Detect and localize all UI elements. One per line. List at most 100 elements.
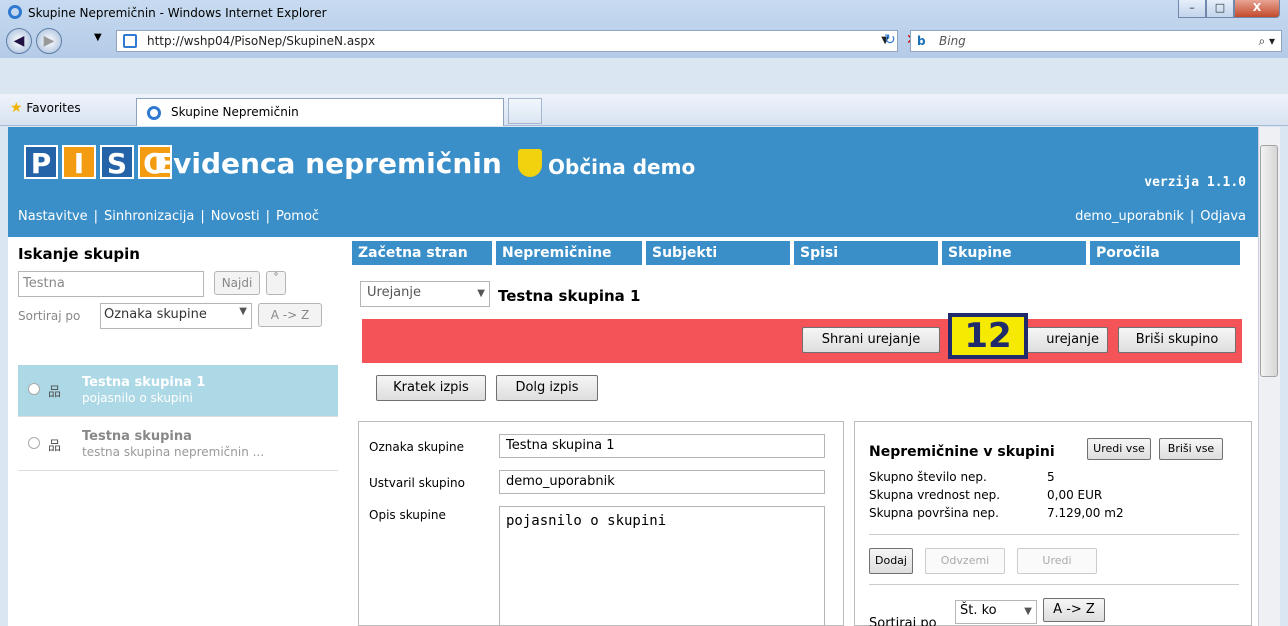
address-row: ◀ ▶ ▼ http://wshp04/PisoNep/SkupineN.asp…	[0, 24, 1288, 58]
radio-icon[interactable]	[28, 383, 40, 395]
browser-tab-active[interactable]: Skupine Nepremičnin	[136, 98, 504, 126]
window-controls: – □ X	[1178, 0, 1280, 18]
chevron-down-icon: ▼	[239, 306, 247, 317]
short-print-button[interactable]: Kratek izpis	[376, 375, 486, 401]
panel-title: Iskanje skupin	[18, 245, 140, 263]
favorites-label: Favorites	[26, 101, 81, 115]
search-placeholder: Bing	[939, 34, 966, 48]
remove-button[interactable]: Odvzemi	[925, 548, 1005, 574]
divider	[869, 534, 1239, 535]
group-icon: 品	[48, 439, 62, 454]
app-name: Evidenca nepremičnin	[154, 147, 502, 180]
group-search-panel: Iskanje skupin Testna Najdi ˚ Sortiraj p…	[8, 237, 348, 626]
mode-select[interactable]: Urejanje ▼	[360, 281, 490, 307]
nav-pomoc[interactable]: Pomoč	[276, 209, 319, 224]
scrollbar-thumb[interactable]	[1260, 145, 1278, 377]
options-button[interactable]: ˚	[266, 271, 286, 295]
page-icon	[123, 34, 137, 48]
back-icon[interactable]: ◀	[6, 28, 32, 54]
municipality-name: Občina demo	[548, 155, 696, 179]
address-bar[interactable]: http://wshp04/PisoNep/SkupineN.aspx ▼	[116, 30, 898, 52]
tab-porocila[interactable]: Poročila	[1090, 241, 1240, 265]
search-box[interactable]: b Bing ⌕ ▾	[910, 30, 1282, 52]
username-link[interactable]: demo_uporabnik	[1075, 209, 1184, 224]
tab-zacetna-stran[interactable]: Začetna stran	[352, 241, 492, 265]
bing-icon: b	[917, 34, 926, 48]
refresh-icon[interactable]: ↻	[884, 30, 896, 50]
stat-label: Skupna vrednost nep.	[869, 488, 1001, 502]
logout-link[interactable]: Odjava	[1200, 209, 1246, 224]
divider	[869, 584, 1239, 585]
properties-panel: Nepremičnine v skupini Uredi vse Briši v…	[854, 421, 1252, 626]
oznaka-field[interactable]: Testna skupina 1	[499, 434, 825, 458]
logo-letter: S	[100, 145, 134, 180]
save-edit-button[interactable]: Shrani urejanje	[802, 327, 940, 353]
chevron-down-icon: ▼	[477, 288, 485, 299]
edit-action-bar: Shrani urejanje urejanje Briši skupino 1…	[362, 313, 1242, 363]
search-icon[interactable]: ⌕ ▾	[1258, 31, 1275, 51]
tab-spisi[interactable]: Spisi	[794, 241, 938, 265]
close-window-button[interactable]: X	[1234, 0, 1280, 18]
logo-letter: I	[62, 145, 96, 180]
coat-of-arms-icon	[518, 149, 542, 177]
mode-value: Urejanje	[367, 285, 421, 300]
stat-value: 5	[1047, 470, 1055, 484]
stat-value: 7.129,00 m2	[1047, 506, 1124, 520]
opis-label: Opis skupine	[369, 508, 446, 522]
properties-title: Nepremičnine v skupini	[869, 444, 1055, 460]
radio-icon[interactable]	[28, 437, 40, 449]
favorites-bar: ★ Favorites Skupine Nepremičnin	[0, 94, 1288, 126]
add-button[interactable]: Dodaj	[869, 548, 913, 574]
delete-group-button[interactable]: Briši skupino	[1118, 327, 1236, 353]
maximize-button[interactable]: □	[1206, 0, 1234, 18]
sort-order-button[interactable]: A -> Z	[258, 303, 322, 327]
group-name: Testna skupina 1	[82, 375, 206, 390]
ustvaril-field[interactable]: demo_uporabnik	[499, 470, 825, 494]
forward-icon[interactable]: ▶	[36, 28, 62, 54]
top-nav: Nastavitve | Sinhronizacija | Novosti | Pomoč	[18, 209, 320, 224]
sort-label: Sortiraj po	[869, 616, 937, 626]
url-text: http://wshp04/PisoNep/SkupineN.aspx	[147, 34, 376, 48]
nav-novosti[interactable]: Novosti	[211, 209, 260, 224]
tab-subjekti[interactable]: Subjekti	[646, 241, 790, 265]
group-desc: testna skupina nepremičnin ...	[82, 445, 265, 459]
find-button[interactable]: Najdi	[214, 271, 260, 295]
step-badge: 12	[948, 313, 1028, 359]
cancel-edit-button[interactable]: urejanje	[1022, 327, 1108, 353]
history-dropdown-icon[interactable]: ▼	[94, 32, 102, 43]
stat-value: 0,00 EUR	[1047, 488, 1103, 502]
chevron-down-icon: ▼	[1024, 606, 1032, 617]
main-panel: Začetna stran Nepremičnine Subjekti Spis…	[348, 237, 1258, 626]
nav-nastavitve[interactable]: Nastavitve	[18, 209, 88, 224]
group-title: Testna skupina 1	[498, 287, 641, 305]
ustvaril-label: Ustvaril skupino	[369, 476, 465, 490]
sort-order-button[interactable]: A -> Z	[1043, 598, 1105, 622]
group-search-input[interactable]: Testna	[18, 271, 204, 297]
favorites-button[interactable]: ★ Favorites	[10, 100, 81, 116]
tab-nepremicnine[interactable]: Nepremičnine	[496, 241, 642, 265]
nav-sinhronizacija[interactable]: Sinhronizacija	[104, 209, 194, 224]
stat-label: Skupna površina nep.	[869, 506, 999, 520]
long-print-button[interactable]: Dolg izpis	[496, 375, 598, 401]
group-list-item[interactable]: 品 Testna skupina testna skupina nepremič…	[18, 419, 338, 471]
logo-letter: P	[24, 145, 58, 180]
edit-all-button[interactable]: Uredi vse	[1087, 438, 1151, 460]
new-tab-button[interactable]	[508, 98, 542, 124]
sort-value: Št. ko	[960, 603, 997, 618]
star-icon: ★	[10, 100, 23, 116]
window-title: Skupine Nepremičnin - Windows Internet E…	[28, 6, 327, 20]
group-list-item[interactable]: 品 Testna skupina 1 pojasnilo o skupini	[18, 365, 338, 417]
sort-select[interactable]: Št. ko ▼	[955, 600, 1037, 624]
stat-label: Skupno število nep.	[869, 470, 987, 484]
opis-textarea[interactable]: pojasnilo o skupini	[499, 506, 825, 626]
version-label: verzija 1.1.0	[1144, 175, 1246, 190]
page-content: PISO Evidenca nepremičnin Občina demo ve…	[8, 127, 1258, 626]
ie-tab-icon	[147, 106, 161, 120]
edit-button[interactable]: Uredi	[1017, 548, 1097, 574]
delete-all-button[interactable]: Briši vse	[1159, 438, 1223, 460]
tab-skupine[interactable]: Skupine	[942, 241, 1086, 265]
ie-icon	[8, 5, 22, 19]
sort-select[interactable]: Oznaka skupine ▼	[100, 303, 252, 329]
minimize-button[interactable]: –	[1178, 0, 1206, 18]
group-name: Testna skupina	[82, 429, 192, 444]
